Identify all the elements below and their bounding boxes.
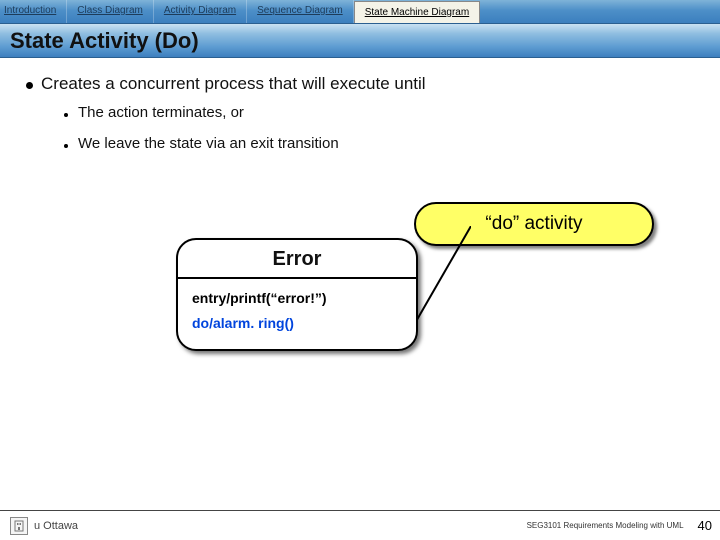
tab-activity-diagram[interactable]: Activity Diagram (154, 0, 247, 23)
callout-text: “do” activity (485, 213, 582, 235)
do-activity-callout: “do” activity (414, 202, 654, 246)
title-band: State Activity (Do) (0, 24, 720, 58)
bullet-dot-icon (64, 144, 68, 148)
page-number: 40 (698, 518, 712, 533)
state-do-activity: do/alarm. ring() (192, 314, 402, 341)
bullet-dot-icon (26, 82, 33, 89)
sub-bullet-1: The action terminates, or (64, 104, 694, 121)
tab-class-diagram[interactable]: Class Diagram (67, 0, 154, 23)
main-bullet-text: Creates a concurrent process that will e… (41, 74, 426, 94)
tab-introduction[interactable]: Introduction (0, 0, 67, 23)
footer: u Ottawa SEG3101 Requirements Modeling w… (0, 510, 720, 540)
state-entry-action: entry/printf(“error!”) (192, 289, 402, 308)
tab-sequence-diagram[interactable]: Sequence Diagram (247, 0, 354, 23)
tab-state-machine-diagram[interactable]: State Machine Diagram (354, 1, 481, 23)
sub-bullet-2-text: We leave the state via an exit transitio… (78, 135, 339, 152)
footer-logo-text: u Ottawa (34, 520, 78, 532)
state-body: entry/printf(“error!”) do/alarm. ring() (178, 279, 416, 349)
footer-left: u Ottawa (10, 517, 78, 535)
content-area: Creates a concurrent process that will e… (0, 58, 720, 382)
main-bullet: Creates a concurrent process that will e… (26, 74, 694, 94)
footer-course: SEG3101 Requirements Modeling with UML (527, 521, 684, 530)
diagram-area: “do” activity Error entry/printf(“error!… (26, 202, 694, 382)
uml-state-error: Error entry/printf(“error!”) do/alarm. r… (176, 238, 418, 351)
bullet-dot-icon (64, 113, 68, 117)
state-name: Error (178, 240, 416, 279)
footer-right: SEG3101 Requirements Modeling with UML 4… (527, 518, 712, 533)
sub-bullet-1-text: The action terminates, or (78, 104, 244, 121)
uottawa-logo-icon (10, 517, 28, 535)
sub-bullet-2: We leave the state via an exit transitio… (64, 135, 694, 152)
tab-bar: Introduction Class Diagram Activity Diag… (0, 0, 720, 24)
page-title: State Activity (Do) (10, 28, 199, 54)
sub-bullet-list: The action terminates, or We leave the s… (64, 104, 694, 152)
